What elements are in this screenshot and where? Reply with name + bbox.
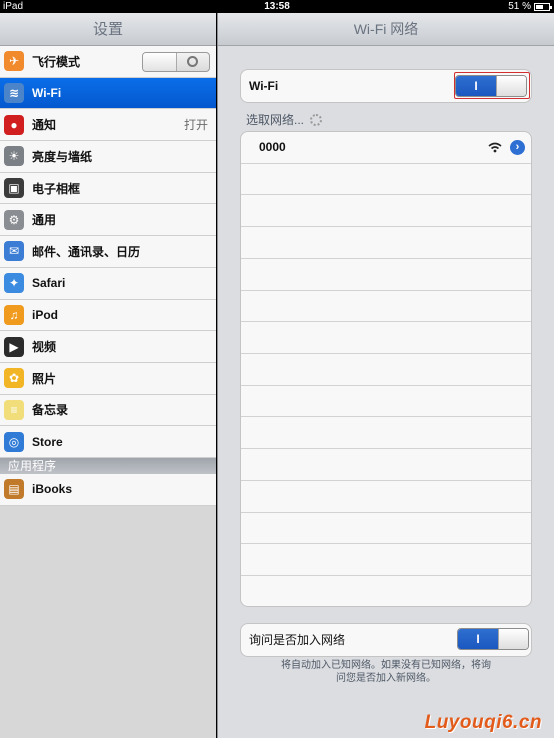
wifi-switch[interactable]: I	[455, 75, 527, 97]
sidebar-item-label: 通用	[32, 213, 57, 228]
sidebar-item-value: 打开	[183, 118, 208, 133]
choose-network-label: 选取网络...	[246, 113, 305, 127]
empty-network-row	[241, 576, 531, 606]
settings-navbar: 设置	[0, 13, 216, 46]
picture-frame-icon: ▣	[4, 178, 24, 199]
wifi-label: Wi-Fi	[249, 78, 279, 93]
safari-compass-icon: ✦	[4, 273, 24, 294]
wifi-icon: ≋	[4, 83, 24, 104]
empty-network-row	[241, 322, 531, 355]
choose-network-header: 选取网络...	[246, 111, 323, 128]
ask-join-switch[interactable]: I	[457, 628, 529, 650]
ibooks-icon: ▤	[4, 479, 24, 500]
sidebar-item-ipod[interactable]: ♫ iPod	[0, 299, 216, 332]
sidebar-item-label: iPod	[32, 307, 58, 322]
notifications-icon: ●	[4, 114, 24, 135]
sidebar-item-brightness[interactable]: ☀ 亮度与墙纸	[0, 141, 216, 173]
battery-icon	[534, 2, 552, 11]
sidebar-item-label: 飞行模式	[32, 54, 81, 69]
airplane-mode-switch[interactable]	[142, 52, 210, 72]
sidebar-item-notifications[interactable]: ● 通知 打开	[0, 109, 216, 142]
footnote-line-2: 问您是否加入新网络。	[336, 673, 436, 684]
network-detail-disclosure-icon[interactable]: ›	[510, 139, 525, 155]
detail-title: Wi-Fi 网络	[353, 21, 419, 37]
footnote-line-1: 将自动加入已知网络。如果没有已知网络，将询	[281, 660, 491, 671]
sidebar-item-label: 备忘录	[32, 403, 69, 418]
battery-indicator: 51 %	[508, 1, 552, 12]
watermark: Luyouqi6.cn	[424, 712, 542, 733]
empty-network-row	[241, 544, 531, 577]
ask-join-footnote: 将自动加入已知网络。如果没有已知网络，将询 问您是否加入新网络。	[240, 659, 532, 685]
sidebar-item-label: 通知	[32, 118, 57, 133]
sidebar-item-mail[interactable]: ✉ 邮件、通讯录、日历	[0, 236, 216, 268]
empty-network-row	[241, 513, 531, 545]
wifi-toggle-group: Wi-Fi I	[240, 69, 532, 103]
sidebar-item-label: Store	[32, 434, 63, 449]
sidebar-item-label: 电子相框	[32, 181, 81, 196]
page-title: 设置	[92, 21, 123, 38]
airplane-icon: ✈	[4, 51, 24, 72]
brightness-icon: ☀	[4, 146, 24, 167]
sidebar-item-label: 邮件、通讯录、日历	[32, 244, 141, 259]
empty-network-row	[241, 354, 531, 386]
ask-join-group: 询问是否加入网络 I	[240, 623, 532, 657]
sidebar-item-label: 亮度与墙纸	[32, 149, 93, 164]
network-row[interactable]: 0000 ›	[241, 132, 531, 164]
settings-list: ✈ 飞行模式 ≋ Wi-Fi ● 通知 打开 ☀ 亮度与墙纸 ▣ 电子相框 ⚙ 通用 ✉ 邮件、通讯录、日历…	[0, 46, 216, 458]
sidebar-item-label: iBooks	[32, 482, 73, 497]
ask-join-label: 询问是否加入网络	[249, 633, 346, 648]
switch-off-icon	[187, 56, 198, 67]
ask-join-switch-knob	[498, 629, 528, 649]
sidebar-item-wifi[interactable]: ≋ Wi-Fi	[0, 77, 216, 110]
photos-sunflower-icon: ✿	[4, 368, 24, 389]
sidebar-item-safari-compass[interactable]: ✦ Safari	[0, 267, 216, 300]
settings-master-pane: 设置 ✈ 飞行模式 ≋ Wi-Fi ● 通知 打开 ☀ 亮度与墙纸 ▣ 电子相框 ⚙ 通用 ✉ 邮件、通讯录…	[0, 13, 216, 738]
wifi-signal-icon	[488, 142, 502, 153]
ipod-icon: ♫	[4, 304, 24, 325]
sidebar-item-store[interactable]: ◎ Store	[0, 426, 216, 458]
empty-network-row	[241, 417, 531, 450]
empty-network-row	[241, 259, 531, 291]
mail-icon: ✉	[4, 241, 24, 262]
sidebar-item-label: Wi-Fi	[32, 86, 62, 101]
apps-list: ▤ iBooks	[0, 473, 216, 506]
wifi-switch-knob	[496, 76, 526, 96]
sidebar-item-airplane[interactable]: ✈ 飞行模式	[0, 46, 216, 78]
wifi-navbar: Wi-Fi 网络	[218, 13, 554, 46]
empty-network-row	[241, 449, 531, 481]
sidebar-item-notes[interactable]: ≡ 备忘录	[0, 394, 216, 427]
clock: 13:58	[264, 1, 290, 12]
empty-network-row	[241, 481, 531, 513]
network-list: 0000 ›	[240, 131, 532, 607]
wifi-detail-pane: Wi-Fi 网络 Wi-Fi I 选取网络... 0000 › 询问是否加入网络 …	[217, 13, 554, 738]
status-bar: iPad 13:58 51 %	[0, 0, 554, 13]
sidebar-item-video[interactable]: ▶ 视频	[0, 331, 216, 363]
switch-knob	[143, 53, 177, 71]
network-name: 0000	[259, 140, 286, 155]
sidebar-item-label: Safari	[32, 276, 66, 291]
empty-network-row	[241, 227, 531, 259]
store-icon: ◎	[4, 431, 24, 452]
sidebar-item-label: 照片	[32, 371, 57, 386]
empty-network-row	[241, 291, 531, 323]
empty-network-row	[241, 164, 531, 196]
sidebar-item-label: 视频	[32, 340, 57, 355]
video-icon: ▶	[4, 336, 24, 357]
loading-spinner-icon	[310, 113, 323, 126]
apps-section-header: 应用程序	[0, 457, 216, 474]
sidebar-item-picture-frame[interactable]: ▣ 电子相框	[0, 172, 216, 205]
wifi-switch-on-label: I	[456, 76, 496, 96]
general-gear-icon: ⚙	[4, 209, 24, 230]
notes-icon: ≡	[4, 399, 24, 420]
ask-join-switch-on-label: I	[458, 629, 498, 649]
sidebar-item-photos-sunflower[interactable]: ✿ 照片	[0, 362, 216, 395]
wifi-toggle-row: Wi-Fi I	[241, 70, 531, 102]
ask-join-row: 询问是否加入网络 I	[241, 624, 531, 656]
sidebar-item-general-gear[interactable]: ⚙ 通用	[0, 204, 216, 237]
empty-network-row	[241, 195, 531, 228]
battery-percent: 51 %	[508, 1, 531, 12]
sidebar-item-ibooks[interactable]: ▤ iBooks	[0, 473, 216, 506]
empty-network-row	[241, 386, 531, 418]
